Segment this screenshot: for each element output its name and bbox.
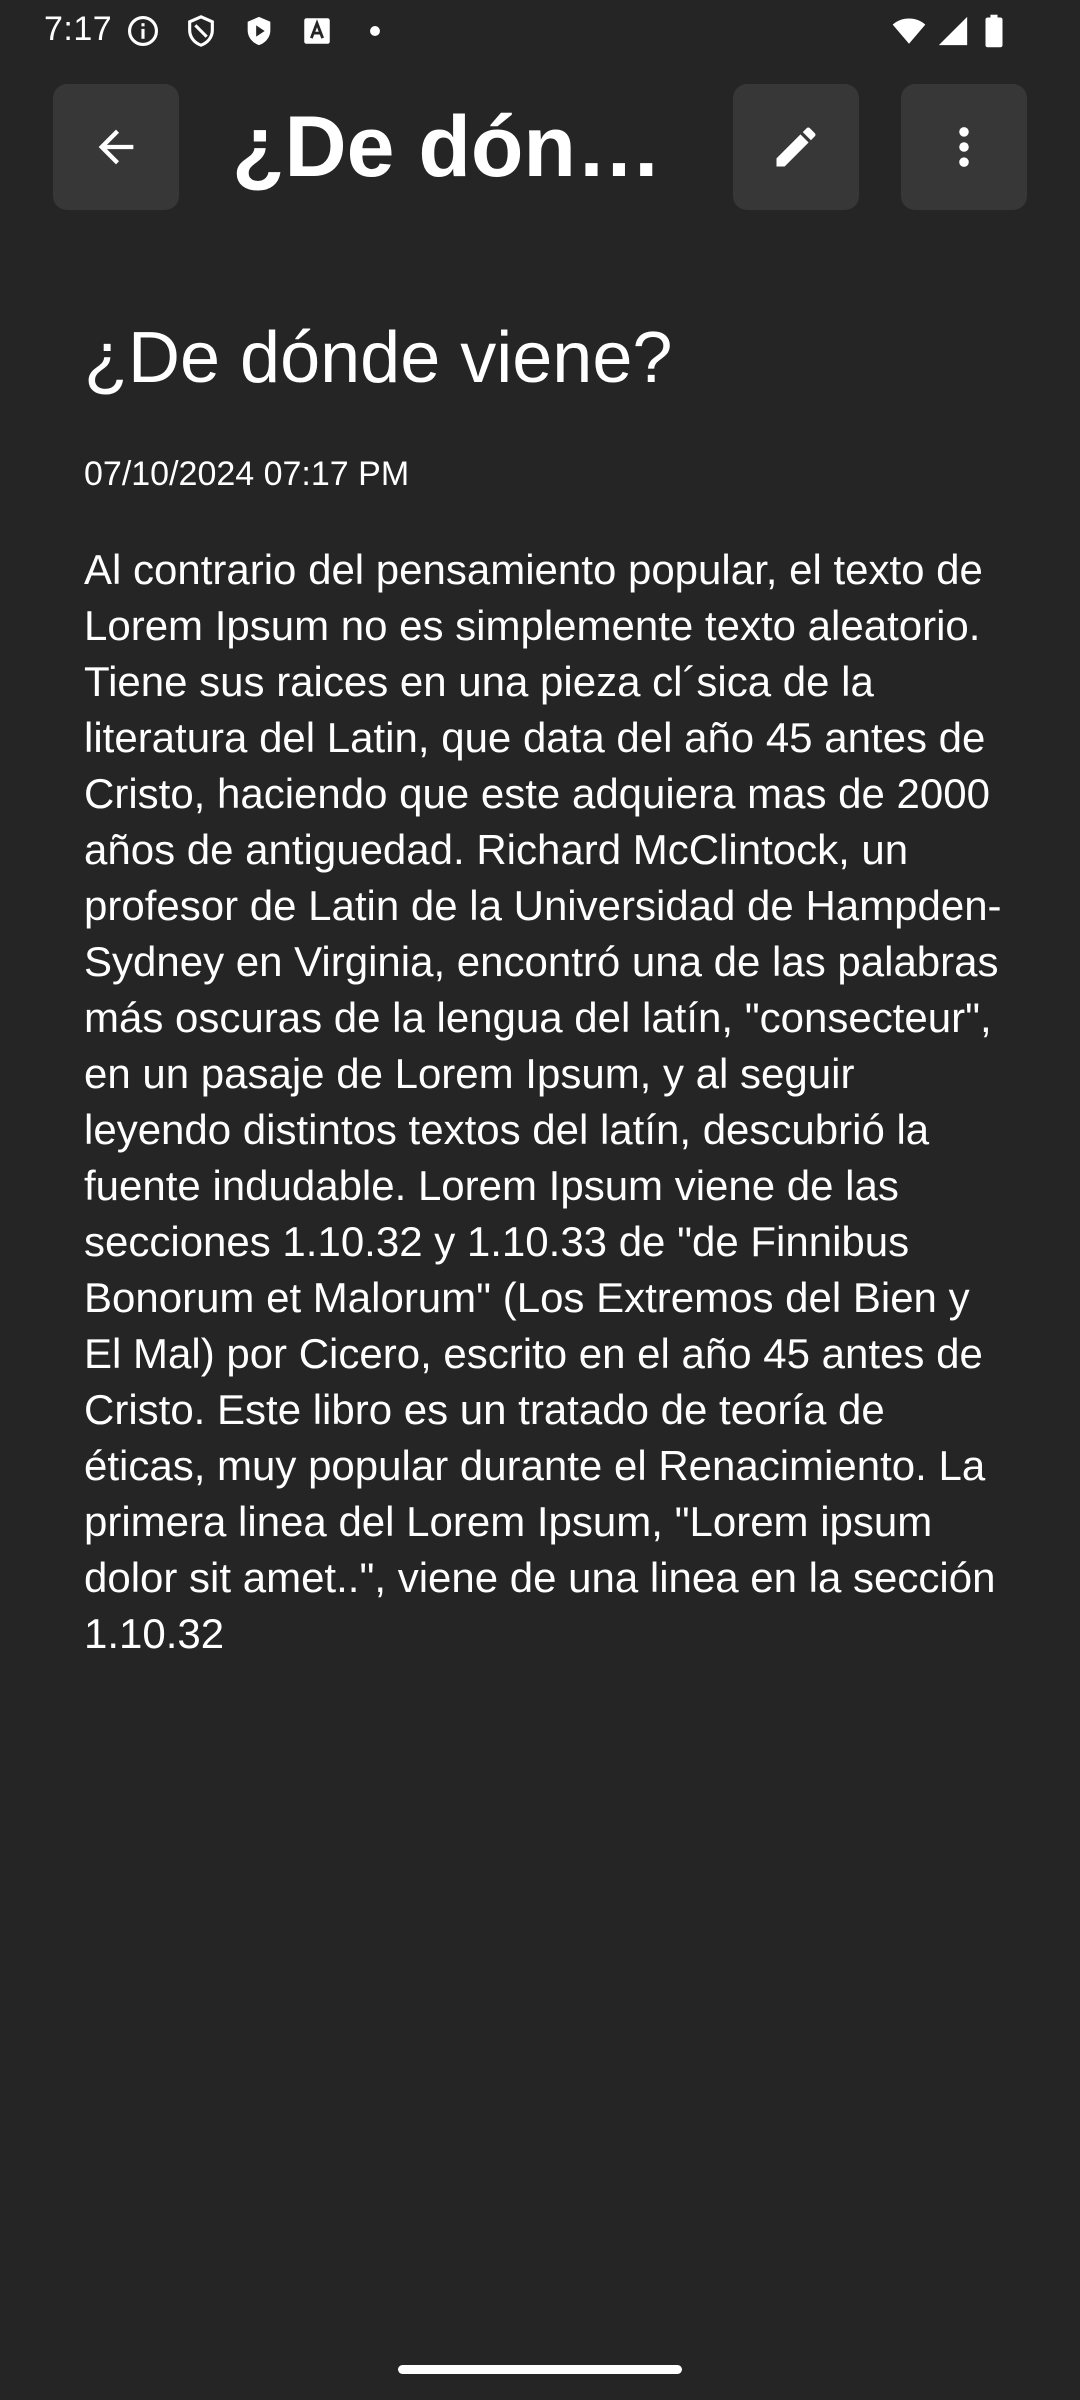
dot-icon (358, 14, 392, 48)
status-bar: 7:17 (0, 0, 1080, 62)
signal-icon (936, 14, 970, 48)
play-protect-icon (242, 14, 276, 48)
battery-icon (982, 14, 1006, 48)
info-icon (126, 14, 160, 48)
wifi-icon (890, 14, 928, 48)
note-body: Al contrario del pensamiento popular, el… (84, 546, 1002, 1657)
note-detail-screen: 7:17 ¿De dónde viene? (0, 0, 1080, 2400)
back-button[interactable] (53, 84, 179, 210)
note-title: ¿De dónde viene? (84, 318, 673, 398)
more-options-button[interactable] (901, 84, 1027, 210)
font-icon (300, 14, 334, 48)
note-date: 07/10/2024 07:17 PM (84, 455, 410, 493)
more-vert-icon (938, 121, 990, 173)
status-time: 7:17 (44, 10, 113, 48)
edit-button[interactable] (733, 84, 859, 210)
app-bar-title: ¿De dónde viene? (232, 99, 702, 195)
arrow-back-icon (90, 121, 142, 173)
gesture-handle[interactable] (398, 2365, 682, 2374)
shield-icon (184, 14, 218, 48)
pencil-icon (770, 121, 822, 173)
